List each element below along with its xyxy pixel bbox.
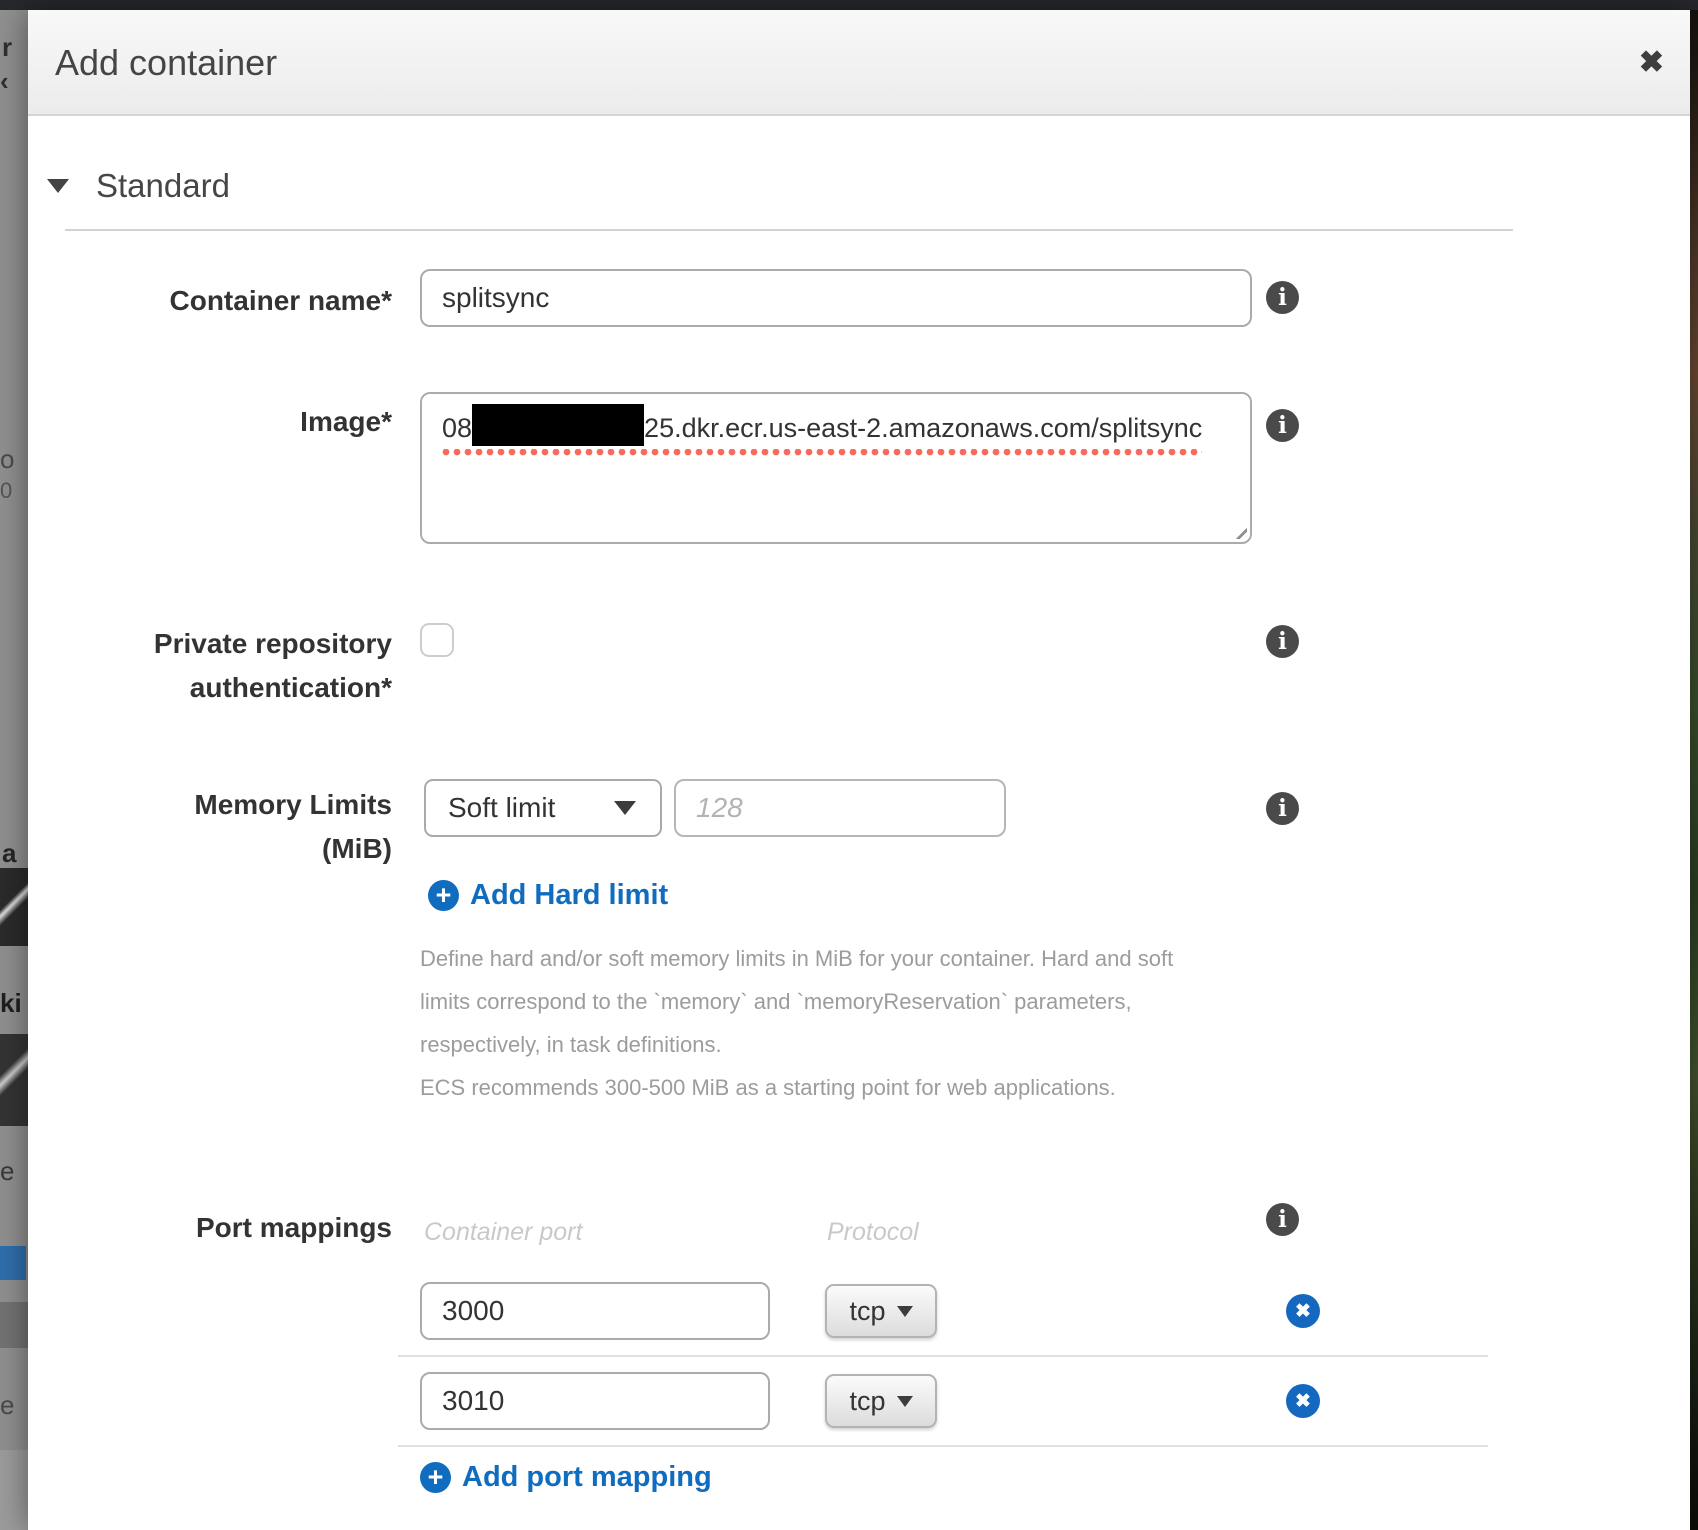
memory-limits-info-icon[interactable]: i	[1266, 792, 1299, 825]
background-fragment	[0, 1246, 26, 1280]
image-label: Image*	[90, 400, 392, 444]
port-mappings-label: Port mappings	[90, 1206, 392, 1250]
section-standard-toggle[interactable]: Standard	[47, 158, 230, 214]
container-name-value: splitsync	[442, 282, 549, 314]
section-title: Standard	[96, 167, 230, 205]
resize-handle[interactable]	[1225, 517, 1247, 539]
background-page-strip: r ‹ o 0 a ki e e	[0, 10, 28, 1530]
image-info-icon[interactable]: i	[1266, 409, 1299, 442]
container-name-input[interactable]: splitsync	[420, 269, 1252, 327]
background-fragment: e	[0, 1390, 28, 1421]
background-fragment: r	[2, 32, 28, 63]
container-port-column-header: Container port	[424, 1218, 582, 1247]
modal-title: Add container	[55, 10, 277, 116]
background-fragment	[0, 1302, 28, 1348]
plus-circle-icon: +	[420, 1462, 451, 1493]
container-port-input[interactable]: 3000	[420, 1282, 770, 1340]
wallpaper-edge	[1690, 10, 1698, 1530]
section-divider	[65, 229, 1513, 231]
private-repo-auth-checkbox[interactable]	[420, 623, 454, 657]
background-fragment: ki	[0, 988, 28, 1019]
caret-down-icon	[897, 1306, 913, 1317]
container-name-label: Container name*	[90, 279, 392, 323]
memory-limit-value-input[interactable]: 128	[674, 779, 1006, 837]
memory-help-line: limits correspond to the `memory` and `m…	[420, 980, 1132, 1023]
memory-limits-label: Memory Limits (MiB)	[90, 783, 392, 871]
memory-help-line: respectively, in task definitions.	[420, 1023, 722, 1066]
remove-port-mapping-button[interactable]: ✖	[1286, 1384, 1320, 1418]
modal-header: Add container ✖	[28, 10, 1690, 116]
background-fragment	[0, 1034, 28, 1126]
background-fragment: o	[0, 444, 28, 475]
caret-down-icon	[614, 801, 636, 815]
close-icon[interactable]: ✖	[1639, 10, 1664, 116]
redacted-account-id	[472, 404, 644, 446]
background-fragment: ‹	[0, 66, 28, 97]
row-divider	[398, 1445, 1488, 1447]
caret-down-icon	[897, 1396, 913, 1407]
background-fragment: a	[2, 838, 28, 869]
memory-help-line: ECS recommends 300-500 MiB as a starting…	[420, 1066, 1116, 1109]
protocol-dropdown[interactable]: tcp	[825, 1284, 937, 1338]
memory-limit-placeholder: 128	[696, 792, 743, 824]
screen: r ‹ o 0 a ki e e Add container ✖ Standar…	[0, 0, 1698, 1530]
port-mappings-info-icon[interactable]: i	[1266, 1203, 1299, 1236]
protocol-column-header: Protocol	[827, 1218, 919, 1247]
image-value: 0825.dkr.ecr.us-east-2.amazonaws.com/spl…	[442, 404, 1202, 457]
container-port-input[interactable]: 3010	[420, 1372, 770, 1430]
chevron-down-icon	[47, 179, 69, 193]
add-port-mapping-link[interactable]: + Add port mapping	[420, 1461, 712, 1494]
background-fragment: e	[0, 1156, 28, 1187]
background-fragment	[0, 1450, 28, 1530]
add-hard-limit-link[interactable]: + Add Hard limit	[428, 879, 668, 912]
plus-circle-icon: +	[428, 880, 459, 911]
row-divider	[398, 1355, 1488, 1357]
memory-help-line: Define hard and/or soft memory limits in…	[420, 937, 1173, 980]
background-fragment: 0	[0, 478, 28, 504]
container-name-info-icon[interactable]: i	[1266, 281, 1299, 314]
private-repo-auth-info-icon[interactable]: i	[1266, 625, 1299, 658]
image-textarea[interactable]: 0825.dkr.ecr.us-east-2.amazonaws.com/spl…	[420, 392, 1252, 544]
protocol-dropdown[interactable]: tcp	[825, 1374, 937, 1428]
browser-top-edge	[0, 0, 1698, 10]
private-repo-auth-label: Private repository authentication*	[90, 622, 392, 710]
memory-limit-type-select[interactable]: Soft limit	[424, 779, 662, 837]
remove-port-mapping-button[interactable]: ✖	[1286, 1294, 1320, 1328]
background-fragment	[0, 868, 28, 946]
